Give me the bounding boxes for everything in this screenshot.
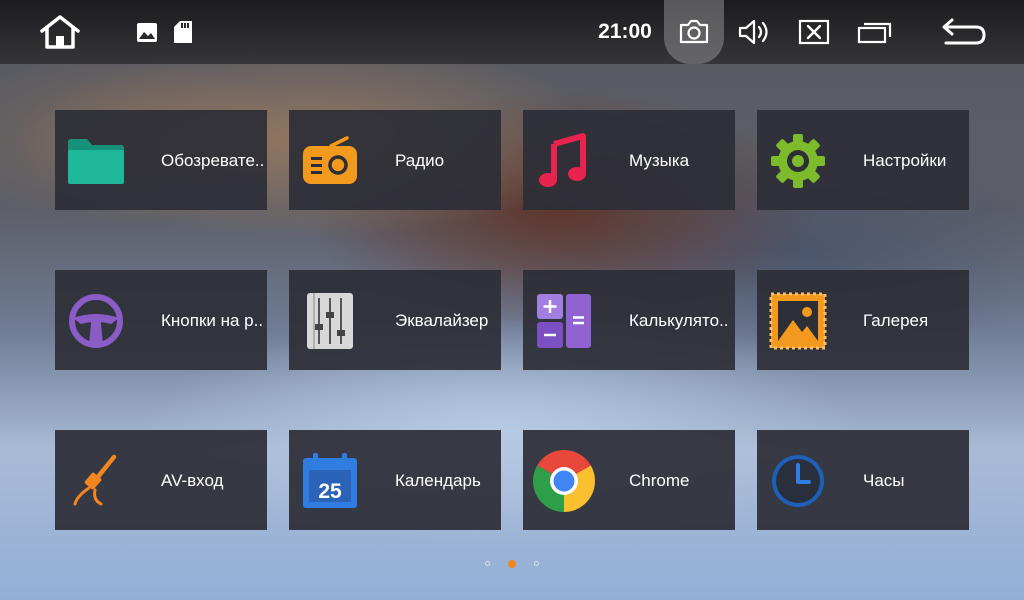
app-label: Часы [863,471,905,490]
chrome-icon [533,450,595,512]
app-tile-file-browser[interactable]: Обозревате.. [55,110,267,210]
app-label: Галерея [863,311,929,330]
clock-time: 21:00 [598,20,652,43]
volume-icon[interactable] [734,16,774,48]
calendar-day-number: 25 [318,480,342,503]
app-tile-settings[interactable]: Настройки [757,110,969,210]
app-tile-music[interactable]: Музыка [523,110,735,210]
sd-card-icon [172,20,194,44]
app-label: Кнопки на р.. [161,311,264,330]
equalizer-icon [301,292,359,350]
image-notification-icon [136,22,158,42]
app-label: Chrome [629,471,690,490]
page-dot-3[interactable] [534,561,539,566]
app-tile-chrome[interactable]: Chrome [523,430,735,530]
gear-icon [769,132,827,190]
av-cable-icon [67,452,125,510]
music-note-icon [535,132,593,190]
calendar-icon: 25 [301,452,359,510]
page-dot-2-active[interactable] [508,560,516,568]
app-label: Калькулято.. [629,311,729,330]
app-label: Эквалайзер [395,311,489,330]
app-label: Календарь [395,471,481,490]
radio-icon [301,132,359,190]
clock-icon [769,452,827,510]
app-label: Настройки [863,151,947,170]
app-tile-radio[interactable]: Радио [289,110,501,210]
app-label: AV-вход [161,471,224,490]
app-label: Радио [395,151,445,170]
gallery-icon [769,292,827,350]
app-tile-av-input[interactable]: AV-вход [55,430,267,530]
app-tile-gallery[interactable]: Галерея [757,270,969,370]
close-app-icon[interactable] [794,16,834,48]
status-bar: 21:00 [0,0,1024,64]
steering-wheel-icon [67,292,125,350]
back-icon[interactable] [938,14,990,50]
app-tile-equalizer[interactable]: Эквалайзер [289,270,501,370]
app-tile-calendar[interactable]: 25 Календарь [289,430,501,530]
page-dot-1[interactable] [485,561,490,566]
app-label: Обозревате.. [161,151,265,170]
app-tile-steering-buttons[interactable]: Кнопки на р.. [55,270,267,370]
app-tile-clock[interactable]: Часы [757,430,969,530]
recent-apps-icon[interactable] [854,16,896,48]
folder-icon [67,132,125,190]
calculator-icon [535,292,593,350]
home-icon[interactable] [34,12,86,52]
app-label: Музыка [629,151,690,170]
app-tile-calculator[interactable]: Калькулято.. [523,270,735,370]
camera-icon[interactable] [674,16,714,48]
